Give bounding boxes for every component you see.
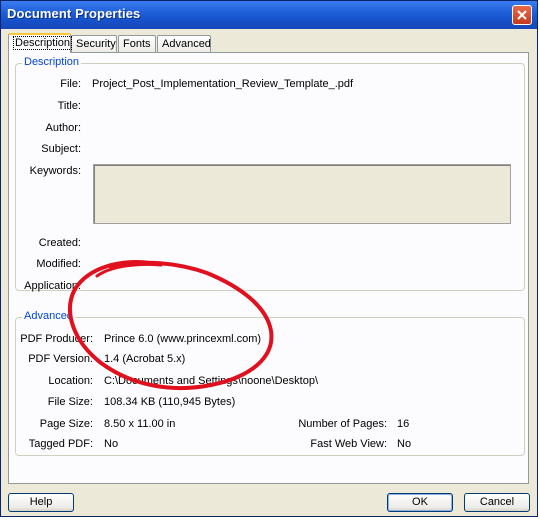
location-label: Location: xyxy=(48,375,93,387)
pdf-producer-label: PDF Producer: xyxy=(20,333,93,345)
tab-description[interactable]: Description xyxy=(8,33,73,53)
description-group-title: Description xyxy=(22,56,82,68)
page-size-label: Page Size: xyxy=(39,418,93,430)
tagged-pdf-value: No xyxy=(104,438,119,450)
ok-button[interactable]: OK xyxy=(387,493,453,512)
advanced-group-title: Advanced xyxy=(22,310,75,322)
author-label: Author: xyxy=(45,122,81,134)
fast-web-view-label: Fast Web View: xyxy=(310,438,387,450)
document-properties-window: Document Properties Description Security… xyxy=(0,0,538,517)
number-of-pages-value: 16 xyxy=(397,418,410,430)
tab-panel: Description File: Project_Post_Implement… xyxy=(8,52,529,484)
modified-label: Modified: xyxy=(36,258,81,270)
pdf-version-value: 1.4 (Acrobat 5.x) xyxy=(104,353,186,365)
application-label: Application: xyxy=(24,280,81,292)
close-button[interactable] xyxy=(512,5,532,25)
file-size-value: 108.34 KB (110,945 Bytes) xyxy=(104,396,236,408)
help-button[interactable]: Help xyxy=(8,493,74,512)
page-size-value: 8.50 x 11.00 in xyxy=(104,418,176,430)
file-value: Project_Post_Implementation_Review_Templ… xyxy=(92,78,354,90)
keywords-field[interactable] xyxy=(93,164,511,224)
location-value: C:\Documents and Settings\noone\Desktop\ xyxy=(104,375,319,387)
tab-advanced[interactable]: Advanced xyxy=(157,35,211,52)
fast-web-view-value: No xyxy=(397,438,412,450)
title-bar[interactable]: Document Properties xyxy=(1,1,537,29)
subject-label: Subject: xyxy=(41,143,81,155)
keywords-label: Keywords: xyxy=(29,165,81,177)
created-label: Created: xyxy=(38,237,81,249)
number-of-pages-label: Number of Pages: xyxy=(298,418,387,430)
title-label: Title: xyxy=(57,100,81,112)
close-icon xyxy=(517,10,527,20)
tab-fonts[interactable]: Fonts xyxy=(118,35,156,52)
tab-security[interactable]: Security xyxy=(71,35,117,52)
pdf-producer-value: Prince 6.0 (www.princexml.com) xyxy=(104,333,262,345)
tagged-pdf-label: Tagged PDF: xyxy=(28,438,93,450)
tab-description-label: Description xyxy=(13,36,73,50)
window-title: Document Properties xyxy=(7,6,141,21)
cancel-button[interactable]: Cancel xyxy=(464,493,530,512)
file-label: File: xyxy=(60,78,81,90)
file-size-label: File Size: xyxy=(47,396,93,408)
pdf-version-label: PDF Version: xyxy=(28,353,93,365)
